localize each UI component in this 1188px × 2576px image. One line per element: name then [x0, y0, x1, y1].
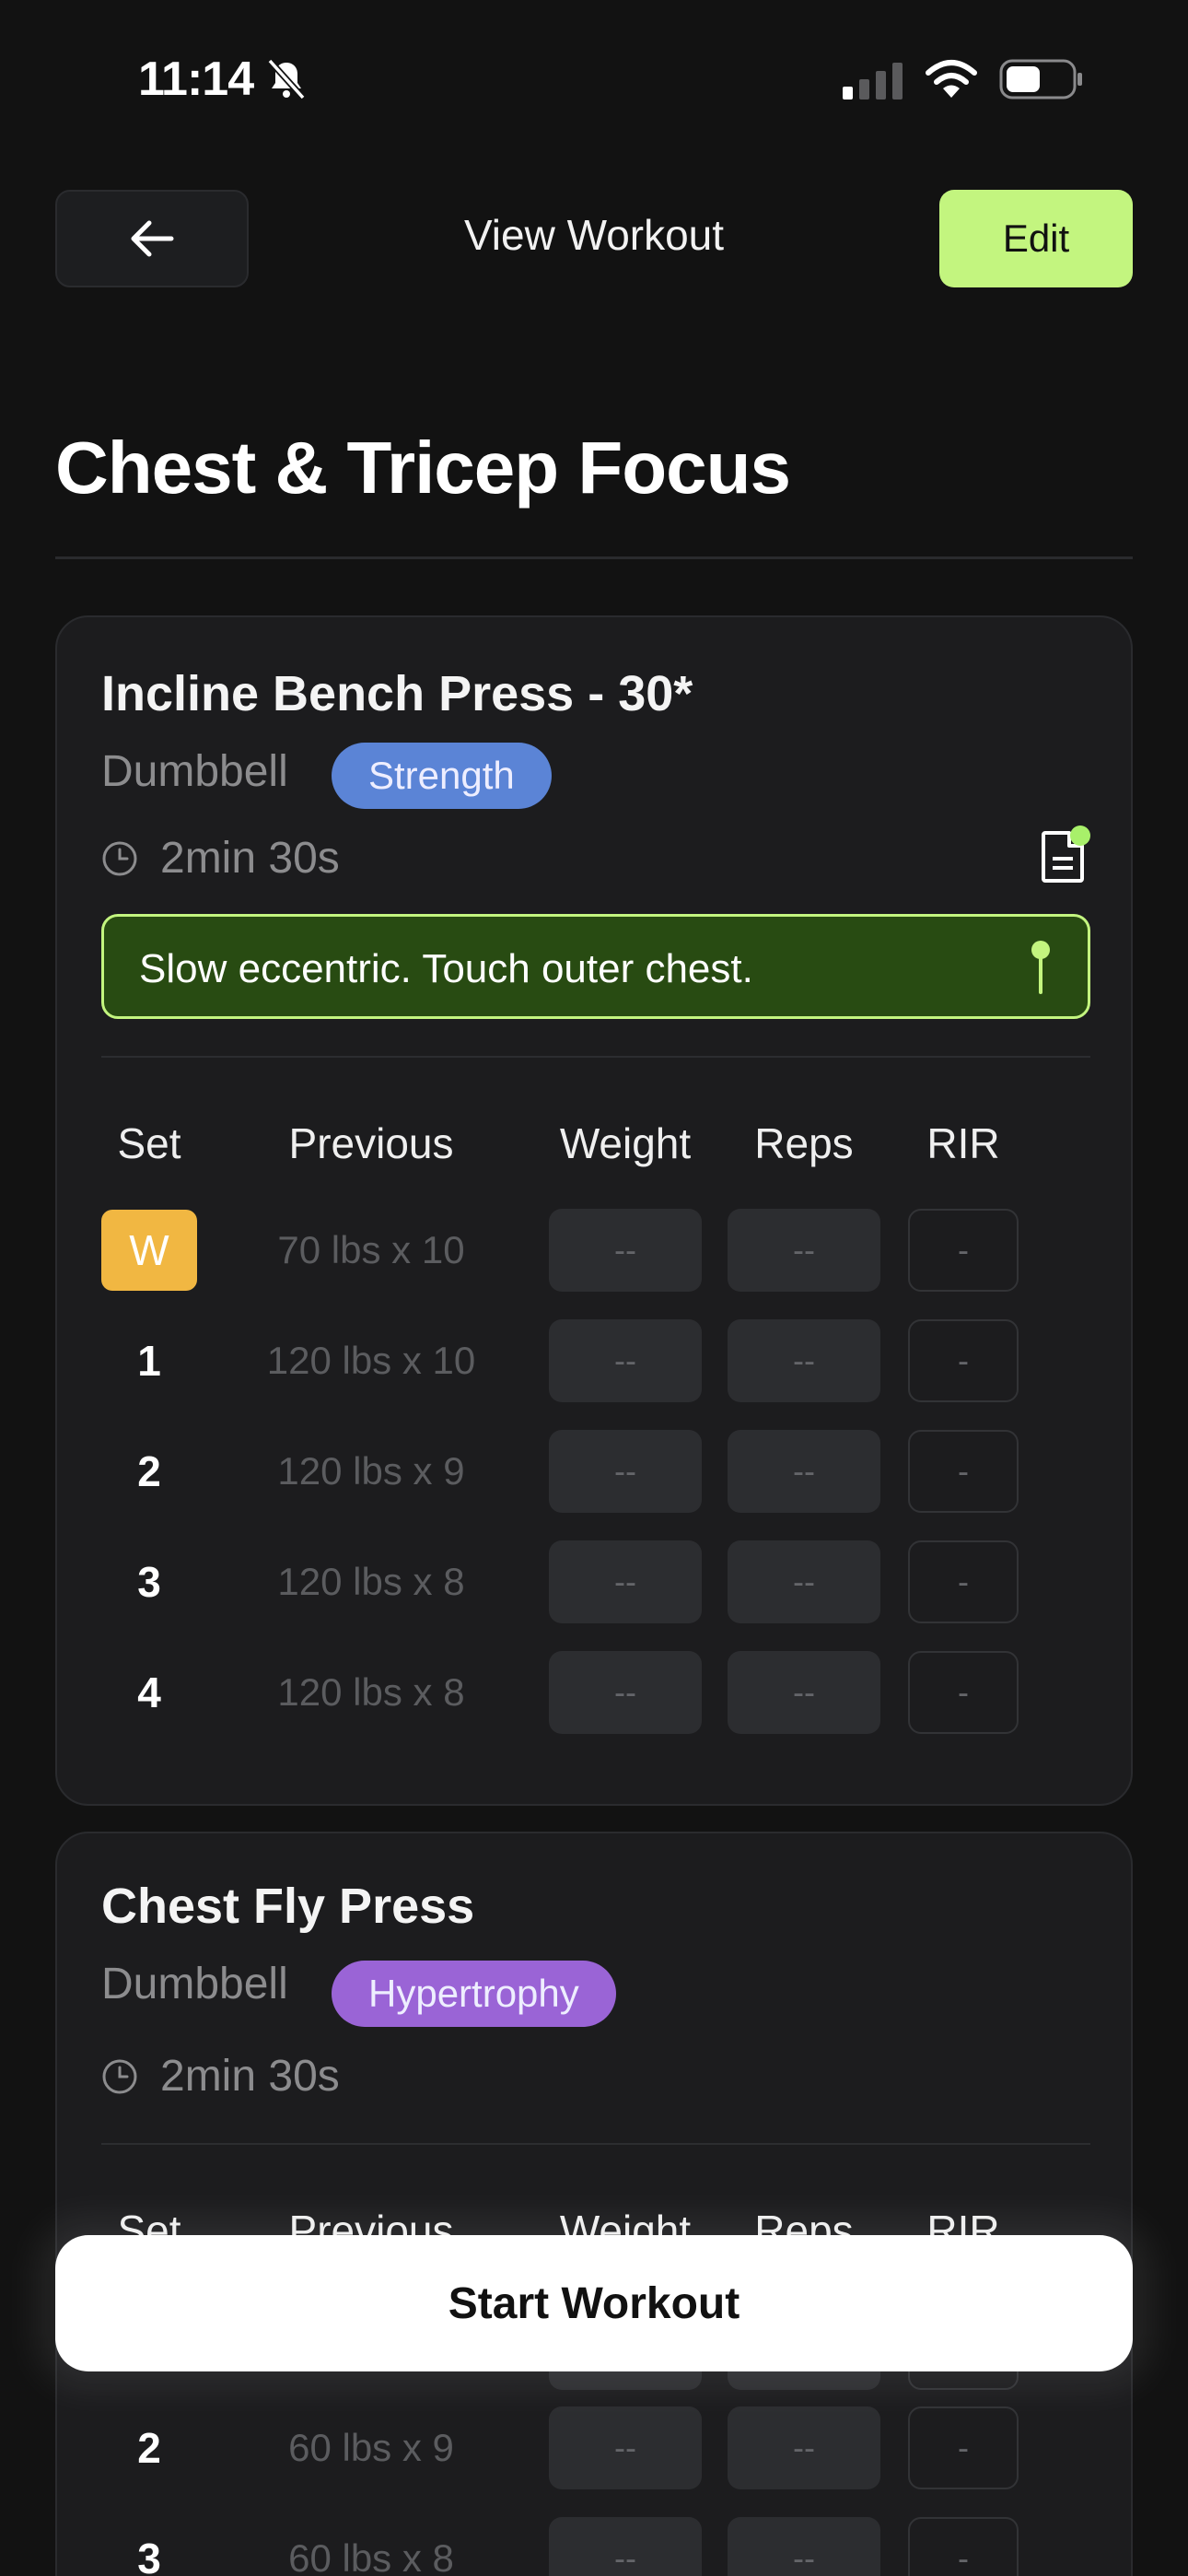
reps-input[interactable]: --: [728, 1319, 880, 1402]
note-indicator-dot: [1070, 825, 1090, 846]
weight-input[interactable]: --: [549, 2517, 702, 2576]
previous-value: 120 lbs x 10: [266, 1339, 476, 1382]
exercise-name: Incline Bench Press - 30*: [101, 666, 693, 721]
column-header-reps: Reps: [754, 1119, 854, 1167]
exercise-card: Chest Fly Press Dumbbell Hypertrophy 2mi…: [55, 1832, 1133, 2576]
divider: [101, 2143, 1090, 2145]
status-bar: 11:14: [0, 0, 1188, 161]
pin-icon[interactable]: [1025, 939, 1056, 996]
wifi-icon: [926, 60, 977, 98]
signal-icon: [843, 63, 903, 100]
weight-input[interactable]: --: [549, 2406, 702, 2489]
column-header-weight: Weight: [559, 1119, 692, 1167]
rir-input[interactable]: -: [908, 1209, 1019, 1292]
set-number: 2: [137, 1447, 161, 1495]
previous-value: 120 lbs x 8: [277, 1670, 465, 1714]
note-box: Slow eccentric. Touch outer chest.: [101, 914, 1090, 1019]
weight-input[interactable]: --: [549, 1209, 702, 1292]
exercise-card: Incline Bench Press - 30* Dumbbell Stren…: [55, 615, 1133, 1806]
exercise-name: Chest Fly Press: [101, 1879, 475, 1934]
previous-value: 70 lbs x 10: [277, 1228, 465, 1271]
edit-button[interactable]: Edit: [939, 190, 1133, 287]
clock-icon: [102, 2059, 137, 2094]
divider: [55, 556, 1133, 559]
set-number: 3: [137, 1558, 161, 1606]
battery-icon: [999, 59, 1082, 100]
set-number: 4: [137, 1669, 161, 1716]
weight-input[interactable]: --: [549, 1319, 702, 1402]
reps-input[interactable]: --: [728, 2517, 880, 2576]
set-number: 1: [137, 1337, 161, 1385]
reps-input[interactable]: --: [728, 1430, 880, 1513]
reps-input[interactable]: --: [728, 1540, 880, 1623]
status-time: 11:14: [138, 53, 254, 106]
rir-input[interactable]: -: [908, 1430, 1019, 1513]
note-text: Slow eccentric. Touch outer chest.: [139, 946, 753, 991]
weight-input[interactable]: --: [549, 1651, 702, 1734]
weight-input[interactable]: --: [549, 1430, 702, 1513]
previous-value: 60 lbs x 9: [288, 2426, 454, 2469]
clock-icon: [102, 841, 137, 876]
equipment-label: Dumbbell: [101, 1960, 288, 2008]
previous-value: 120 lbs x 9: [277, 1449, 465, 1493]
set-number-warmup: W: [101, 1210, 197, 1291]
column-header-previous: Previous: [288, 1119, 454, 1167]
rest-time: 2min 30s: [160, 2052, 340, 2101]
rir-input[interactable]: -: [908, 1319, 1019, 1402]
set-number: 2: [137, 2424, 161, 2472]
weight-input[interactable]: --: [549, 1540, 702, 1623]
previous-value: 120 lbs x 8: [277, 1560, 465, 1603]
page-title: Chest & Tricep Focus: [55, 427, 791, 509]
rir-input[interactable]: -: [908, 2517, 1019, 2576]
rir-input[interactable]: -: [908, 1540, 1019, 1623]
rir-input[interactable]: -: [908, 2406, 1019, 2489]
equipment-label: Dumbbell: [101, 747, 288, 796]
start-workout-button[interactable]: Start Workout: [55, 2235, 1133, 2371]
rir-input[interactable]: -: [908, 1651, 1019, 1734]
reps-input[interactable]: --: [728, 1651, 880, 1734]
bell-muted-icon: [267, 58, 306, 100]
column-header-rir: RIR: [926, 1119, 1000, 1167]
reps-input[interactable]: --: [728, 2406, 880, 2489]
rest-time: 2min 30s: [160, 834, 340, 883]
previous-value: 60 lbs x 8: [288, 2536, 454, 2576]
category-tag: Hypertrophy: [332, 1961, 616, 2027]
category-tag: Strength: [332, 743, 552, 809]
column-header-set: Set: [117, 1119, 181, 1167]
reps-input[interactable]: --: [728, 1209, 880, 1292]
set-number: 3: [137, 2535, 161, 2576]
divider: [101, 1056, 1090, 1058]
